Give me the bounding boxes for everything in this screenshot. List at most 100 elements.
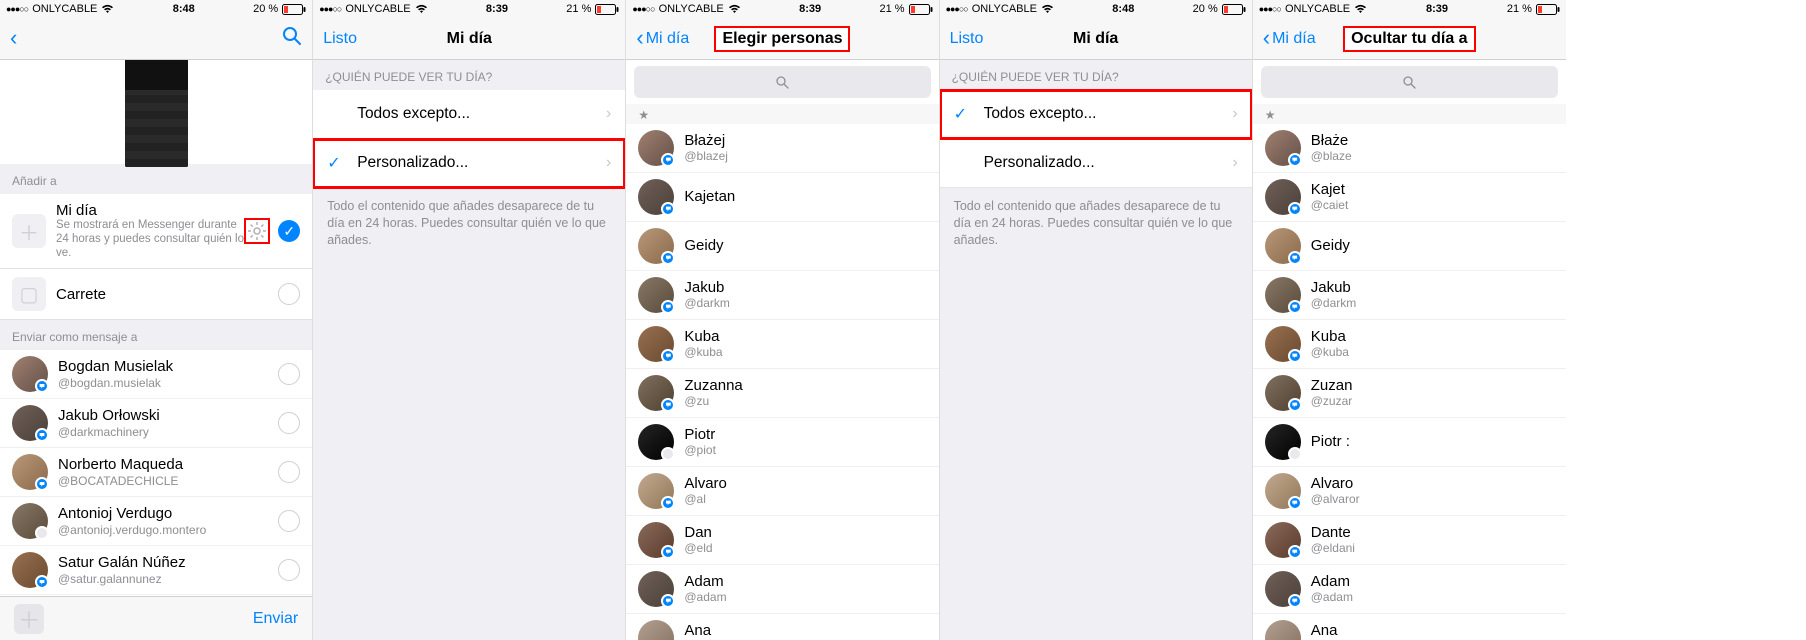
search-field[interactable] — [634, 66, 930, 98]
contact-name: Satur Galán Núñez — [58, 555, 278, 572]
privacy-option-row[interactable]: ✓ Personalizado... › — [313, 139, 625, 188]
search-icon[interactable] — [282, 26, 302, 51]
contact-name: Ana — [1311, 623, 1554, 640]
contact-name: Błażej — [684, 133, 926, 150]
back-label: Mi día — [646, 30, 690, 48]
contact-row[interactable]: Jakub Orłowski @darkmachinery — [0, 399, 312, 448]
messenger-badge-icon — [1288, 496, 1302, 510]
contact-name: Dan — [684, 525, 926, 542]
back-button[interactable]: ‹Mi día — [636, 29, 689, 49]
cell-subtitle: Se mostrará en Messenger durante 24 hora… — [56, 219, 244, 260]
contact-row[interactable]: Zuzanna @zu — [626, 369, 938, 418]
share-destination-row[interactable]: ▢ Carrete — [0, 269, 312, 320]
contact-row[interactable]: Satur Galán Núñez @satur.galannunez — [0, 546, 312, 595]
avatar — [638, 130, 674, 166]
battery-percent: 21 % — [879, 3, 904, 15]
privacy-question: ¿QUIÉN PUEDE VER TU DÍA? — [313, 60, 625, 90]
contact-row[interactable]: Geidy — [626, 222, 938, 271]
messenger-badge-icon — [1288, 594, 1302, 608]
contact-row[interactable]: Piotr @piot — [626, 418, 938, 467]
contact-handle: @piot — [684, 443, 926, 457]
contact-row[interactable]: Kuba @kuba — [1253, 320, 1566, 369]
option-label: Personalizado... — [978, 154, 1233, 172]
contact-row[interactable]: Alvaro @alvaror — [1253, 467, 1566, 516]
contact-row[interactable]: Kajetan — [626, 173, 938, 222]
phone-screen: ●●●○○ ONLYCABLE 8:48 20 % Listo Mi día ¿… — [940, 0, 1253, 640]
messenger-badge-icon — [35, 575, 49, 589]
contact-row[interactable]: Alvaro @al — [626, 467, 938, 516]
contact-handle: @kuba — [1311, 345, 1554, 359]
nav-title: Elegir personas — [714, 26, 850, 52]
option-label: Personalizado... — [351, 154, 606, 172]
privacy-option-row[interactable]: ✓ Todos excepto... › — [940, 90, 1252, 139]
status-bar: ●●●○○ ONLYCABLE 8:39 21 % — [1253, 0, 1566, 18]
contact-handle: @eld — [684, 541, 926, 555]
wifi-icon — [101, 4, 114, 14]
contact-row[interactable]: Ana @ana — [1253, 614, 1566, 640]
contact-row[interactable]: Jakub @darkm — [1253, 271, 1566, 320]
contact-row[interactable]: Bogdan Musielak @bogdan.musielak — [0, 350, 312, 399]
contact-row[interactable]: Błażej @blazej — [626, 124, 938, 173]
contact-row[interactable]: Dante @eldani — [1253, 516, 1566, 565]
contact-name: Alvaro — [1311, 476, 1554, 493]
contact-row[interactable]: Adam @adam — [626, 565, 938, 614]
messenger-badge-icon — [661, 545, 675, 559]
contact-row[interactable]: Adam @adam — [1253, 565, 1566, 614]
contact-name: Kajetan — [684, 189, 926, 206]
chevron-right-icon: › — [1232, 105, 1237, 123]
messenger-badge-icon — [35, 477, 49, 491]
contact-handle: @antonioj.verdugo.montero — [58, 523, 278, 537]
status-bar: ●●●○○ ONLYCABLE 8:39 21 % — [626, 0, 938, 18]
back-button[interactable]: ‹Mi día — [1263, 29, 1316, 49]
checkmark-icon: ✓ — [954, 104, 978, 124]
facebook-badge-icon — [35, 526, 49, 540]
avatar — [638, 375, 674, 411]
contact-row[interactable]: Geidy — [1253, 222, 1566, 271]
contact-row[interactable]: Ana @ana — [626, 614, 938, 640]
avatar — [638, 620, 674, 640]
avatar — [1265, 375, 1301, 411]
radio-empty[interactable] — [278, 363, 300, 385]
messenger-badge-icon — [1288, 153, 1302, 167]
battery-icon — [595, 4, 619, 15]
share-destination-row[interactable]: ＋ Mi día Se mostrará en Messenger durant… — [0, 194, 312, 269]
contact-row[interactable]: Jakub @darkm — [626, 271, 938, 320]
contact-row[interactable]: Antonioj Verdugo @antonioj.verdugo.monte… — [0, 497, 312, 546]
radio-empty[interactable] — [278, 461, 300, 483]
contact-row[interactable]: Dan @eld — [626, 516, 938, 565]
contact-handle: @caiet — [1311, 198, 1554, 212]
privacy-option-row[interactable]: ✓ Todos excepto... › — [313, 90, 625, 139]
add-button[interactable]: ＋ — [14, 604, 44, 634]
contact-name: Jakub — [1311, 280, 1554, 297]
done-button[interactable]: Listo — [323, 30, 357, 48]
radio-empty[interactable] — [278, 412, 300, 434]
messenger-badge-icon — [661, 153, 675, 167]
radio-empty[interactable] — [278, 510, 300, 532]
back-label: Mi día — [1272, 30, 1316, 48]
send-button[interactable]: Enviar — [253, 610, 298, 628]
contact-row[interactable]: Norberto Maqueda @BOCATADECHICLE — [0, 448, 312, 497]
facebook-badge-icon — [1288, 447, 1302, 461]
radio-empty[interactable] — [278, 559, 300, 581]
contact-handle: @zu — [684, 394, 926, 408]
messenger-badge-icon — [661, 251, 675, 265]
avatar — [1265, 326, 1301, 362]
avatar — [638, 571, 674, 607]
radio-empty[interactable] — [278, 283, 300, 305]
gear-icon[interactable] — [244, 218, 270, 244]
wifi-icon — [1354, 4, 1367, 14]
battery-icon — [909, 4, 933, 15]
carrier-label: ONLYCABLE — [972, 3, 1037, 15]
contact-row[interactable]: Zuzan @zuzar — [1253, 369, 1566, 418]
carrier-label: ONLYCABLE — [345, 3, 410, 15]
contact-row[interactable]: Piotr : — [1253, 418, 1566, 467]
search-field[interactable] — [1261, 66, 1558, 98]
contact-row[interactable]: Kuba @kuba — [626, 320, 938, 369]
contact-handle: @blaze — [1311, 149, 1554, 163]
contact-name: Piotr — [684, 427, 926, 444]
done-button[interactable]: Listo — [950, 30, 984, 48]
contact-row[interactable]: Błaże @blaze — [1253, 124, 1566, 173]
contact-row[interactable]: Kajet @caiet — [1253, 173, 1566, 222]
back-button[interactable]: ‹ — [10, 29, 17, 49]
privacy-option-row[interactable]: ✓ Personalizado... › — [940, 139, 1252, 188]
